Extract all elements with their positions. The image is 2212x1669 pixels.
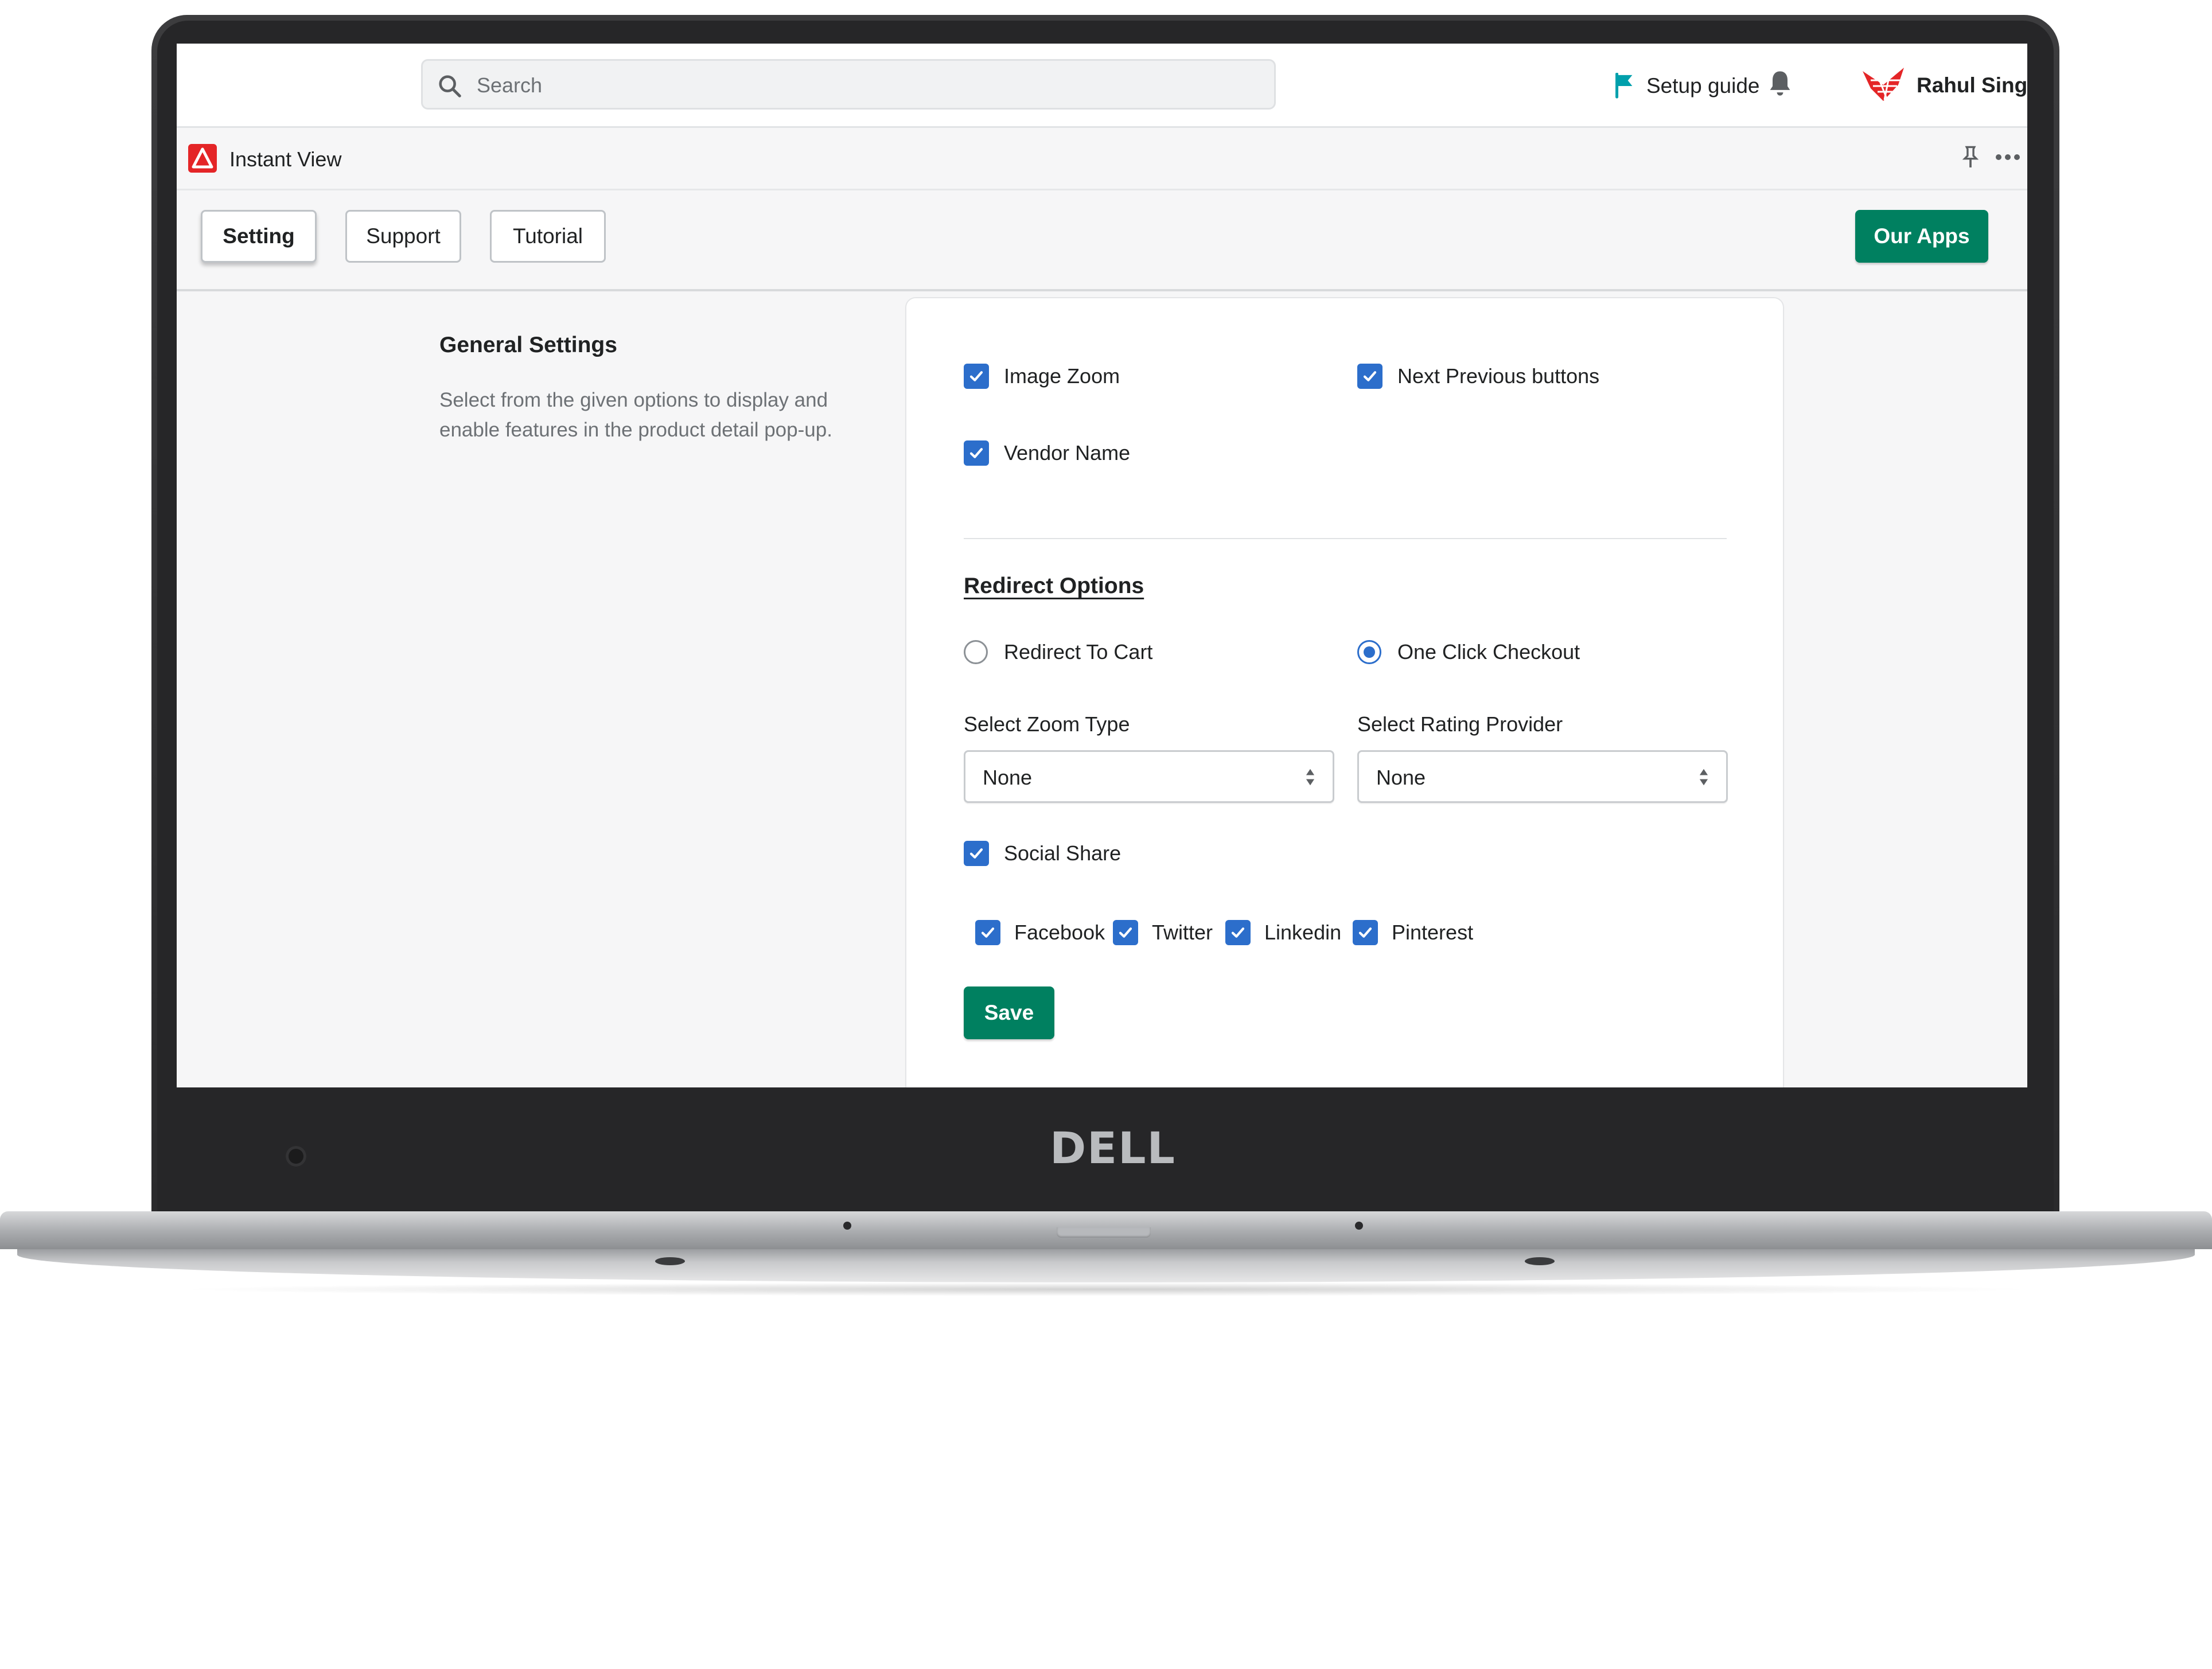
twitter-checkbox[interactable]: Twitter: [1113, 920, 1213, 945]
checkbox-checked-icon: [1353, 920, 1378, 945]
image-zoom-checkbox[interactable]: Image Zoom: [964, 364, 1120, 389]
rating-provider-select[interactable]: None: [1357, 750, 1728, 803]
dell-logo: DELL: [1050, 1122, 1176, 1173]
base-dot: [843, 1222, 851, 1230]
hinge-notch: [1057, 1227, 1151, 1238]
zoom-type-value: None: [983, 766, 1033, 789]
our-apps-button[interactable]: Our Apps: [1855, 210, 1988, 263]
rating-provider-label: Select Rating Provider: [1357, 712, 1563, 736]
settings-card: Image Zoom Next Previous buttons Vendor …: [906, 298, 1783, 1087]
general-settings-description: Select from the given options to display…: [439, 389, 832, 441]
checkbox-checked-icon: [964, 364, 989, 389]
top-bar: Search Setup guide Rahul Singh: [177, 44, 2027, 128]
linkedin-label: Linkedin: [1264, 921, 1342, 944]
tab-tutorial[interactable]: Tutorial: [490, 210, 606, 263]
pinterest-label: Pinterest: [1392, 921, 1474, 944]
save-button[interactable]: Save: [964, 986, 1054, 1039]
next-previous-label: Next Previous buttons: [1397, 364, 1600, 388]
rating-provider-value: None: [1376, 766, 1426, 789]
setup-guide-link[interactable]: Setup guide: [1613, 70, 1760, 102]
laptop-foot: [1525, 1257, 1555, 1265]
bell-icon[interactable]: [1767, 69, 1793, 99]
social-share-checkbox[interactable]: Social Share: [964, 841, 1121, 866]
general-settings-title: General Settings: [439, 333, 617, 357]
app-logo-icon: [188, 144, 217, 173]
select-arrows-icon: [1306, 769, 1315, 786]
app-screen: Search Setup guide Rahul Singh: [177, 44, 2027, 1087]
select-arrows-icon: [1699, 769, 1708, 786]
one-click-checkout-radio[interactable]: One Click Checkout: [1357, 640, 1580, 664]
setup-guide-label: Setup guide: [1646, 74, 1760, 98]
search-icon: [439, 75, 461, 98]
divider: [964, 538, 1727, 539]
radio-unselected-icon: [964, 640, 988, 664]
search-placeholder: Search: [477, 73, 543, 97]
next-previous-checkbox[interactable]: Next Previous buttons: [1357, 364, 1599, 389]
redirect-options-title: Redirect Options: [964, 574, 1144, 598]
flag-icon: [1615, 73, 1633, 99]
one-click-checkout-label: One Click Checkout: [1397, 640, 1580, 664]
image-zoom-label: Image Zoom: [1004, 364, 1120, 388]
zoom-type-select[interactable]: None: [964, 750, 1334, 803]
app-title: Instant View: [229, 147, 342, 171]
checkbox-checked-icon: [964, 841, 989, 866]
webcam: [286, 1146, 306, 1167]
redirect-to-cart-radio[interactable]: Redirect To Cart: [964, 640, 1152, 664]
pinterest-checkbox[interactable]: Pinterest: [1353, 920, 1473, 945]
pin-icon[interactable]: [1961, 145, 1980, 170]
nav-bar: Setting Support Tutorial Our Apps: [177, 190, 2027, 291]
redirect-to-cart-label: Redirect To Cart: [1004, 640, 1153, 664]
laptop-foot: [655, 1257, 685, 1265]
facebook-checkbox[interactable]: Facebook: [975, 920, 1105, 945]
user-name[interactable]: Rahul Singh: [1917, 73, 2027, 98]
zoom-type-label: Select Zoom Type: [964, 712, 1130, 736]
laptop-base-lip: [17, 1249, 2195, 1282]
vendor-name-label: Vendor Name: [1004, 441, 1131, 465]
facebook-label: Facebook: [1014, 921, 1105, 944]
radio-selected-icon: [1357, 640, 1381, 664]
checkbox-checked-icon: [964, 440, 989, 466]
base-dot: [1355, 1222, 1363, 1230]
social-share-label: Social Share: [1004, 841, 1121, 865]
tab-support[interactable]: Support: [345, 210, 461, 263]
twitter-label: Twitter: [1152, 921, 1213, 944]
checkbox-checked-icon: [1357, 364, 1382, 389]
laptop-shadow: [172, 1282, 2040, 1296]
search-input[interactable]: Search: [421, 59, 1276, 110]
linkedin-checkbox[interactable]: Linkedin: [1225, 920, 1341, 945]
app-title-bar: Instant View: [177, 128, 2027, 190]
checkbox-checked-icon: [1225, 920, 1251, 945]
avatar[interactable]: [1860, 65, 1906, 106]
checkbox-checked-icon: [1113, 920, 1138, 945]
tab-setting[interactable]: Setting: [201, 210, 317, 263]
checkbox-checked-icon: [975, 920, 1000, 945]
vendor-name-checkbox[interactable]: Vendor Name: [964, 440, 1130, 466]
more-options-icon[interactable]: [1995, 153, 2020, 161]
